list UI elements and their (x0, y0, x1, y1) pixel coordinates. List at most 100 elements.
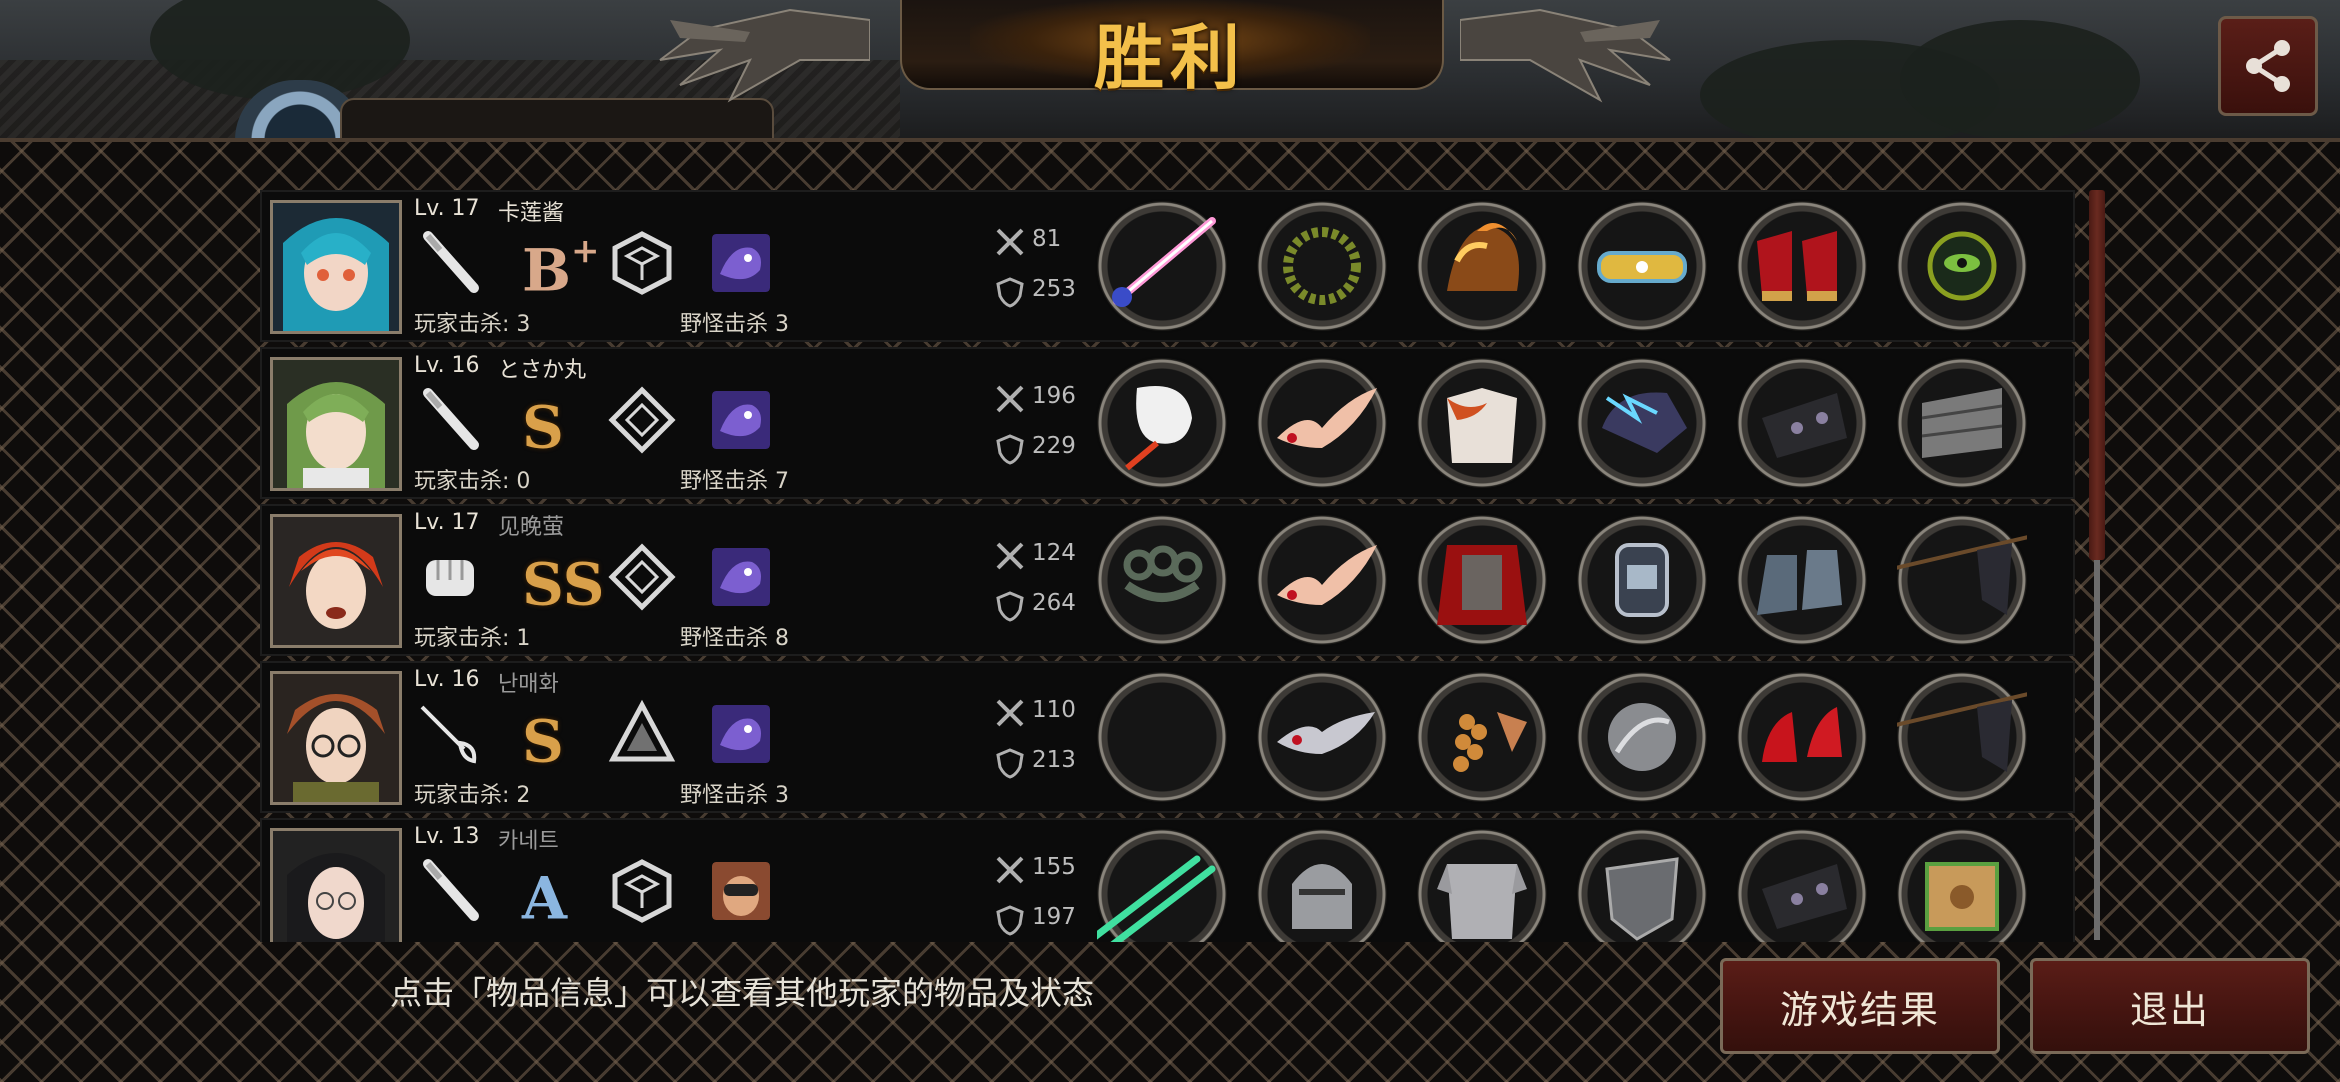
item-slot[interactable] (1417, 829, 1547, 942)
eye-of-horus-amulet-icon (1927, 231, 1997, 301)
item-slot[interactable] (1097, 358, 1227, 488)
avatar (270, 828, 402, 942)
item-slot[interactable] (1897, 358, 2027, 488)
purple-creature-icon (712, 548, 770, 606)
item-slot[interactable] (1417, 515, 1547, 645)
wrist-watch-icon (1615, 543, 1669, 617)
plate-armor-icon (1437, 864, 1527, 939)
left-guns-wing-icon (659, 8, 870, 103)
bottom-bar: 点击「物品信息」可以查看其他玩家的物品及状态 游戏结果 退出 (0, 942, 2340, 1080)
winged-tiara-icon (1277, 545, 1377, 605)
defense-icon (996, 277, 1024, 308)
monster-kills: 野怪击杀 7 (680, 469, 789, 494)
item-slot[interactable] (1257, 672, 1387, 802)
item-slot[interactable] (1737, 358, 1867, 488)
player-row[interactable]: Lv. 17 见晚萤 SS 玩家击杀: 1 野怪击杀 8 124 264 (260, 504, 2075, 656)
monster-kills: 野怪击杀 3 (680, 312, 789, 337)
hexagon-rank-icon (612, 231, 672, 295)
defense-value: 213 (1032, 747, 1076, 773)
item-slot[interactable] (1737, 515, 1867, 645)
attack-value: 155 (1032, 854, 1076, 880)
exit-button[interactable]: 退出 (2030, 958, 2310, 1054)
player-name: 见晚萤 (498, 515, 565, 540)
item-slot[interactable] (1257, 201, 1387, 331)
item-slot[interactable] (1577, 358, 1707, 488)
item-slot[interactable] (1577, 672, 1707, 802)
spiked-gauntlet-icon (1762, 393, 1847, 458)
player-kills: 玩家击杀: 3 (414, 312, 531, 337)
item-slot[interactable] (1577, 201, 1707, 331)
electric-helmet-icon (1602, 392, 1687, 453)
flaming-armor-icon (1447, 223, 1519, 291)
defense-icon (996, 591, 1024, 622)
player-level: Lv. 16 (414, 353, 480, 378)
purple-creature-icon (712, 391, 770, 449)
attack-value: 81 (1032, 226, 1062, 252)
kite-shield-icon (1605, 857, 1679, 941)
player-name: 카네트 (498, 829, 559, 854)
attack-icon (996, 385, 1024, 413)
fist-icon (426, 560, 474, 596)
item-slot[interactable] (1577, 515, 1707, 645)
player-row[interactable]: Lv. 13 카네트 A 155 197 (260, 818, 2075, 942)
item-slot[interactable] (1577, 829, 1707, 942)
item-slot[interactable] (1097, 201, 1227, 331)
item-slot[interactable] (1257, 358, 1387, 488)
player-row[interactable]: Lv. 16 난매화 S 玩家击杀: 2 野怪击杀 3 110 213 (260, 661, 2075, 813)
player-level: Lv. 13 (414, 824, 480, 849)
scrollbar-thumb[interactable] (2089, 190, 2105, 560)
game-result-button[interactable]: 游戏结果 (1720, 958, 2000, 1054)
item-slot[interactable] (1097, 515, 1227, 645)
right-guns-wing-icon (1460, 8, 1671, 103)
purple-creature-icon (712, 705, 770, 763)
red-platform-heels-icon (1757, 231, 1837, 301)
item-slot[interactable] (1897, 201, 2027, 331)
player-kills: 玩家击杀: 2 (414, 783, 531, 808)
attack-value: 196 (1032, 383, 1076, 409)
grade-badge: SS (522, 550, 605, 619)
player-row[interactable]: Lv. 17 卡莲酱 B+ 玩家击杀: 3 野怪击杀 3 81 253 (260, 190, 2075, 342)
attack-icon (996, 228, 1024, 256)
player-level: Lv. 17 (414, 510, 480, 535)
player-list[interactable]: Lv. 17 卡莲酱 B+ 玩家击杀: 3 野怪击杀 3 81 253 Lv. … (260, 190, 2075, 942)
item-slot[interactable] (1737, 672, 1867, 802)
player-kills: 玩家击杀: 1 (414, 626, 531, 651)
item-slot[interactable] (1417, 358, 1547, 488)
item-slot[interactable] (1417, 672, 1547, 802)
chainmail-cape-icon (1437, 545, 1527, 625)
rapier-icon (420, 705, 477, 764)
empty-item-slot[interactable] (1097, 672, 1227, 802)
share-icon (2246, 40, 2290, 92)
monster-kills: 野怪击杀 8 (680, 626, 789, 651)
spiked-gauntlet-icon (1762, 864, 1847, 929)
item-slot[interactable] (1257, 515, 1387, 645)
hint-text: 点击「物品信息」可以查看其他玩家的物品及状态 (390, 974, 1095, 1012)
knight-helmet-icon (1292, 864, 1352, 929)
item-slot[interactable] (1097, 829, 1227, 942)
monster-kills: 野怪击杀 3 (680, 783, 789, 808)
defense-value: 264 (1032, 590, 1076, 616)
item-slot[interactable] (1737, 829, 1867, 942)
player-name: 卡莲酱 (498, 201, 565, 226)
silver-disc-icon (1608, 703, 1676, 771)
item-slot[interactable] (1417, 201, 1547, 331)
player-row[interactable]: Lv. 16 とさか丸 S 玩家击杀: 0 野怪击杀 7 196 229 (260, 347, 2075, 499)
triangle-rank-icon (608, 699, 676, 762)
player-kills: 玩家击杀: 0 (414, 469, 531, 494)
baseball-bat-icon (423, 859, 479, 921)
item-slot[interactable] (1897, 672, 2027, 802)
black-flag-icon (1897, 535, 2027, 615)
share-button[interactable] (2218, 16, 2318, 116)
avatar (270, 357, 402, 491)
baseball-bat-icon (423, 231, 479, 293)
baseball-bat-icon (423, 388, 479, 450)
hexagon-rank-icon (612, 859, 672, 923)
item-slot[interactable] (1257, 829, 1387, 942)
attack-icon (996, 699, 1024, 727)
item-slot[interactable] (1897, 515, 2027, 645)
mystery-box-icon (1925, 862, 1999, 931)
attack-icon (996, 856, 1024, 884)
item-slot[interactable] (1897, 829, 2027, 942)
item-slot[interactable] (1737, 201, 1867, 331)
brass-knuckles-icon (1123, 545, 1203, 602)
